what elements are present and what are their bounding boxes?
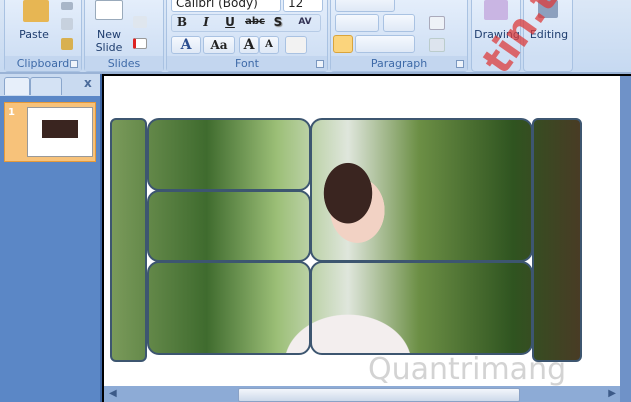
align-left-button[interactable] — [333, 35, 353, 53]
copy-icon[interactable] — [61, 18, 73, 30]
indent-buttons[interactable] — [335, 14, 379, 32]
format-painter-icon[interactable] — [61, 38, 73, 50]
thumbnail-image — [27, 107, 93, 157]
shadow-button[interactable]: S — [269, 14, 287, 32]
scrollbar-thumb[interactable] — [238, 388, 520, 402]
align-buttons[interactable] — [355, 35, 415, 53]
font-size-box[interactable]: 12 — [283, 0, 323, 12]
shrink-font-button[interactable]: A — [259, 36, 279, 54]
thumbnail-photo — [42, 120, 78, 138]
paste-button[interactable]: Paste — [11, 28, 57, 41]
watermark-bottom: Quantrimang — [368, 352, 567, 387]
slides-label: Slides — [85, 56, 163, 71]
new-slide-icon — [95, 0, 123, 20]
photo-shape[interactable] — [147, 190, 311, 262]
photo-shape[interactable] — [310, 261, 533, 355]
slides-group: New Slide Slides — [84, 0, 164, 72]
pane-tabs: x — [0, 74, 100, 96]
photo-shape[interactable] — [147, 261, 311, 355]
new-slide-button[interactable]: New Slide — [87, 28, 131, 54]
horizontal-scrollbar[interactable]: ◀ ▶ — [104, 386, 620, 402]
bold-button[interactable]: B — [173, 14, 191, 32]
font-label: Font — [167, 56, 327, 71]
scroll-right-icon[interactable]: ▶ — [608, 388, 616, 399]
slide-thumbnail-1[interactable]: 1 — [4, 102, 96, 162]
photo-shape-left-strip[interactable] — [110, 118, 147, 362]
columns-button[interactable] — [383, 14, 415, 32]
font-color-button[interactable]: A — [171, 36, 201, 54]
font-launcher[interactable] — [316, 60, 324, 68]
vertical-scrollbar[interactable] — [620, 76, 631, 402]
text-align-icon[interactable] — [429, 16, 445, 30]
slides-tab[interactable] — [4, 77, 30, 95]
outline-tab[interactable] — [30, 77, 62, 95]
photo-shape[interactable] — [310, 118, 533, 262]
scroll-left-icon[interactable]: ◀ — [109, 388, 117, 399]
paste-icon — [23, 0, 49, 22]
convert-smartart-icon[interactable] — [429, 38, 445, 52]
clear-formatting-icon[interactable] — [285, 36, 307, 54]
slides-pane: x 1 — [0, 74, 102, 402]
char-spacing-button[interactable]: AV — [291, 14, 319, 32]
clipboard-group: Paste Clipboard — [4, 0, 82, 72]
slide-number: 1 — [8, 107, 15, 118]
font-group: Calibri (Body) 12 B I U abc S AV A Aa A … — [166, 0, 328, 72]
paragraph-launcher[interactable] — [456, 60, 464, 68]
strikethrough-button[interactable]: abc — [243, 14, 267, 32]
underline-button[interactable]: U — [221, 14, 239, 32]
slide-canvas[interactable]: tin.top Quantrimang — [104, 0, 620, 387]
italic-button[interactable]: I — [197, 14, 215, 32]
font-name-box[interactable]: Calibri (Body) — [171, 0, 281, 12]
change-case-button[interactable]: Aa — [203, 36, 235, 54]
grow-font-button[interactable]: A — [239, 36, 259, 54]
photo-shape[interactable] — [147, 118, 311, 191]
paragraph-label: Paragraph — [331, 56, 467, 71]
paragraph-group: Paragraph — [330, 0, 468, 72]
delete-slide-icon[interactable] — [133, 38, 147, 49]
reset-icon[interactable] — [133, 16, 147, 28]
photo-shape-right-strip[interactable] — [532, 118, 582, 362]
close-pane-button[interactable]: x — [84, 76, 92, 90]
clipboard-launcher[interactable] — [70, 60, 78, 68]
cut-icon[interactable] — [61, 2, 73, 10]
bullets-numbering[interactable] — [335, 0, 395, 12]
